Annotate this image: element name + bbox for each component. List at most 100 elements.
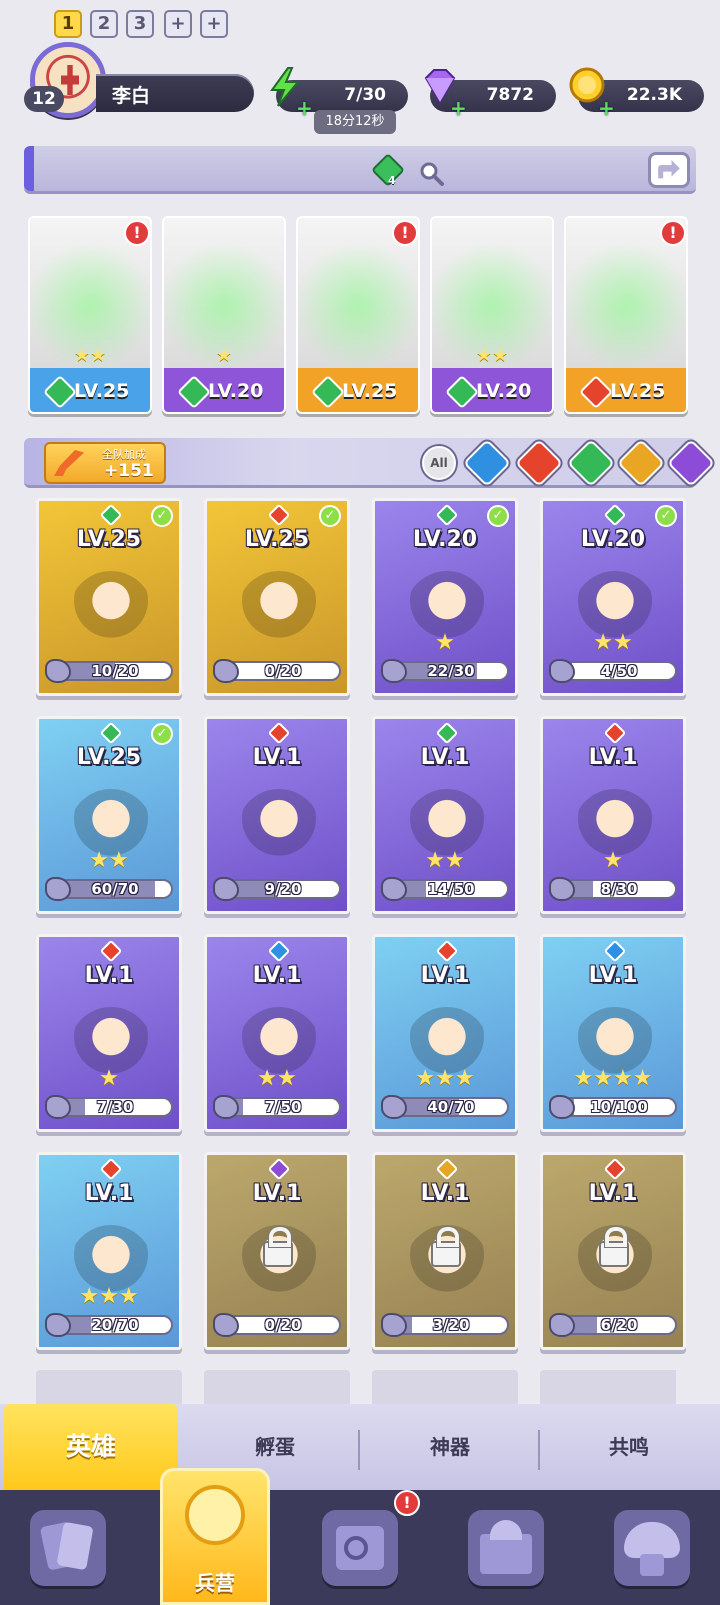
lock-icon bbox=[263, 1227, 293, 1267]
hero-level: LV.1 bbox=[420, 745, 470, 770]
nav-castle-icon[interactable] bbox=[468, 1510, 544, 1586]
shard-progress-bar: 20/70 bbox=[57, 1315, 173, 1335]
hero-card[interactable]: LV.1 ★★ 14/50 bbox=[372, 716, 518, 914]
checkmark-icon: ✓ bbox=[151, 505, 173, 527]
star-rating: ★★ bbox=[73, 345, 107, 366]
hero-card[interactable]: LV.1 3/20 bbox=[372, 1152, 518, 1350]
shard-progress-text: 3/20 bbox=[432, 1316, 470, 1334]
shard-icon bbox=[549, 1095, 575, 1119]
player-name-bar[interactable]: 李白 bbox=[96, 74, 254, 112]
star-rating: ★ bbox=[435, 630, 455, 655]
shard-progress-text: 7/50 bbox=[264, 1098, 302, 1116]
shard-icon bbox=[381, 877, 407, 901]
shard-progress-bar: 3/20 bbox=[393, 1315, 509, 1335]
alert-badge: ! bbox=[124, 220, 150, 246]
hero-card[interactable]: LV.1 ★ 8/30 bbox=[540, 716, 686, 914]
shard-icon bbox=[381, 659, 407, 683]
star-rating: ★★ bbox=[425, 848, 465, 873]
shard-icon bbox=[213, 877, 239, 901]
gold-resource[interactable]: + 22.3K bbox=[569, 67, 704, 120]
hero-card[interactable]: LV.1 ★★★ 20/70 bbox=[36, 1152, 182, 1350]
team-slot-2[interactable]: 2 bbox=[90, 10, 118, 38]
hero-level: LV.1 bbox=[588, 963, 638, 988]
hero-level: LV.1 bbox=[420, 963, 470, 988]
tab-heroes[interactable]: 英雄 bbox=[4, 1404, 178, 1490]
share-icon[interactable] bbox=[648, 152, 690, 188]
energy-plus-icon[interactable]: + bbox=[296, 96, 313, 120]
team-bonus-button[interactable]: 全队加成 +151 bbox=[44, 442, 166, 484]
gold-plus-icon[interactable]: + bbox=[598, 96, 615, 120]
team-bonus-title: 全队加成 bbox=[102, 448, 146, 461]
barracks-icon bbox=[185, 1485, 245, 1545]
search-icon[interactable] bbox=[418, 160, 446, 188]
nav-guild-icon[interactable] bbox=[614, 1510, 690, 1586]
team-slot-add-2[interactable]: + bbox=[200, 10, 228, 38]
team-card-level: LV.20 bbox=[208, 380, 264, 402]
hero-level: LV.20 bbox=[412, 527, 478, 552]
shard-progress-text: 10/100 bbox=[590, 1098, 648, 1116]
shard-icon bbox=[549, 659, 575, 683]
shard-progress-bar: 10/100 bbox=[561, 1097, 677, 1117]
hero-card[interactable]: LV.20 ✓ ★★ 4/50 bbox=[540, 498, 686, 696]
hero-level: LV.1 bbox=[84, 963, 134, 988]
nav-barracks-button[interactable]: 兵营 bbox=[160, 1468, 270, 1605]
hero-card[interactable]: LV.1 0/20 bbox=[204, 1152, 350, 1350]
gem-plus-icon[interactable]: + bbox=[450, 96, 467, 120]
hero-card[interactable]: LV.1 ★★★★ 10/100 bbox=[540, 934, 686, 1132]
filter-all-button[interactable]: All bbox=[422, 446, 456, 480]
nav-map-icon[interactable] bbox=[322, 1510, 398, 1586]
star-rating: ★★ bbox=[89, 848, 129, 873]
map-alert-badge: ! bbox=[394, 1490, 420, 1516]
sword-icon bbox=[54, 450, 84, 476]
gem-resource[interactable]: + 7872 bbox=[424, 69, 556, 120]
shard-progress-bar: 8/30 bbox=[561, 879, 677, 899]
energy-resource[interactable]: + 7/30 bbox=[270, 67, 408, 120]
team-slot-add-1[interactable]: + bbox=[164, 10, 192, 38]
team-card-level: LV.25 bbox=[74, 380, 130, 402]
checkmark-icon: ✓ bbox=[151, 723, 173, 745]
hero-card[interactable]: LV.25 ✓ 0/20 bbox=[204, 498, 350, 696]
star-rating: ★ bbox=[603, 848, 623, 873]
hero-card[interactable]: LV.1 ★ 7/30 bbox=[36, 934, 182, 1132]
hero-level: LV.1 bbox=[252, 1181, 302, 1206]
team-card[interactable]: LV.20 ★ bbox=[162, 216, 286, 414]
shard-progress-bar: 40/70 bbox=[393, 1097, 509, 1117]
team-card-level: LV.25 bbox=[610, 380, 666, 402]
shard-icon bbox=[213, 659, 239, 683]
team-selector-bar bbox=[24, 146, 696, 194]
hero-level: LV.1 bbox=[252, 745, 302, 770]
hero-card[interactable]: LV.20 ✓ ★ 22/30 bbox=[372, 498, 518, 696]
team-slot-1[interactable]: 1 bbox=[54, 10, 82, 38]
hero-card[interactable]: LV.1 ★★★ 40/70 bbox=[372, 934, 518, 1132]
hero-card[interactable]: LV.25 ✓ 10/20 bbox=[36, 498, 182, 696]
team-card-level: LV.20 bbox=[476, 380, 532, 402]
team-slot-3[interactable]: 3 bbox=[126, 10, 154, 38]
hero-card[interactable]: LV.1 9/20 bbox=[204, 716, 350, 914]
star-rating: ★ bbox=[215, 345, 233, 366]
shard-icon bbox=[549, 877, 575, 901]
team-card[interactable]: LV.20 ★★ bbox=[430, 216, 554, 414]
shard-icon bbox=[45, 1095, 71, 1119]
star-rating: ★★★★ bbox=[573, 1066, 653, 1091]
shard-progress-bar: 9/20 bbox=[225, 879, 341, 899]
hero-card[interactable]: LV.1 6/20 bbox=[540, 1152, 686, 1350]
gem-value: 7872 bbox=[486, 85, 534, 105]
tab-resonance[interactable]: 共鸣 bbox=[542, 1404, 716, 1490]
shard-icon bbox=[45, 877, 71, 901]
shard-icon bbox=[549, 1313, 575, 1337]
nav-cards-icon[interactable] bbox=[30, 1510, 106, 1586]
hero-card[interactable]: LV.25 ✓ ★★ 60/70 bbox=[36, 716, 182, 914]
hero-level: LV.20 bbox=[580, 527, 646, 552]
hero-card[interactable]: LV.1 ★★ 7/50 bbox=[204, 934, 350, 1132]
next-row-peek bbox=[36, 1370, 676, 1404]
shard-progress-bar: 4/50 bbox=[561, 661, 677, 681]
player-level-badge: 12 bbox=[24, 86, 64, 112]
shard-progress-bar: 22/30 bbox=[393, 661, 509, 681]
shard-progress-text: 0/20 bbox=[264, 1316, 302, 1334]
hero-level: LV.1 bbox=[588, 1181, 638, 1206]
alert-badge: ! bbox=[660, 220, 686, 246]
shard-progress-bar: 14/50 bbox=[393, 879, 509, 899]
shard-icon bbox=[45, 1313, 71, 1337]
tab-artifacts[interactable]: 神器 bbox=[362, 1404, 538, 1490]
tab-divider bbox=[538, 1430, 540, 1470]
